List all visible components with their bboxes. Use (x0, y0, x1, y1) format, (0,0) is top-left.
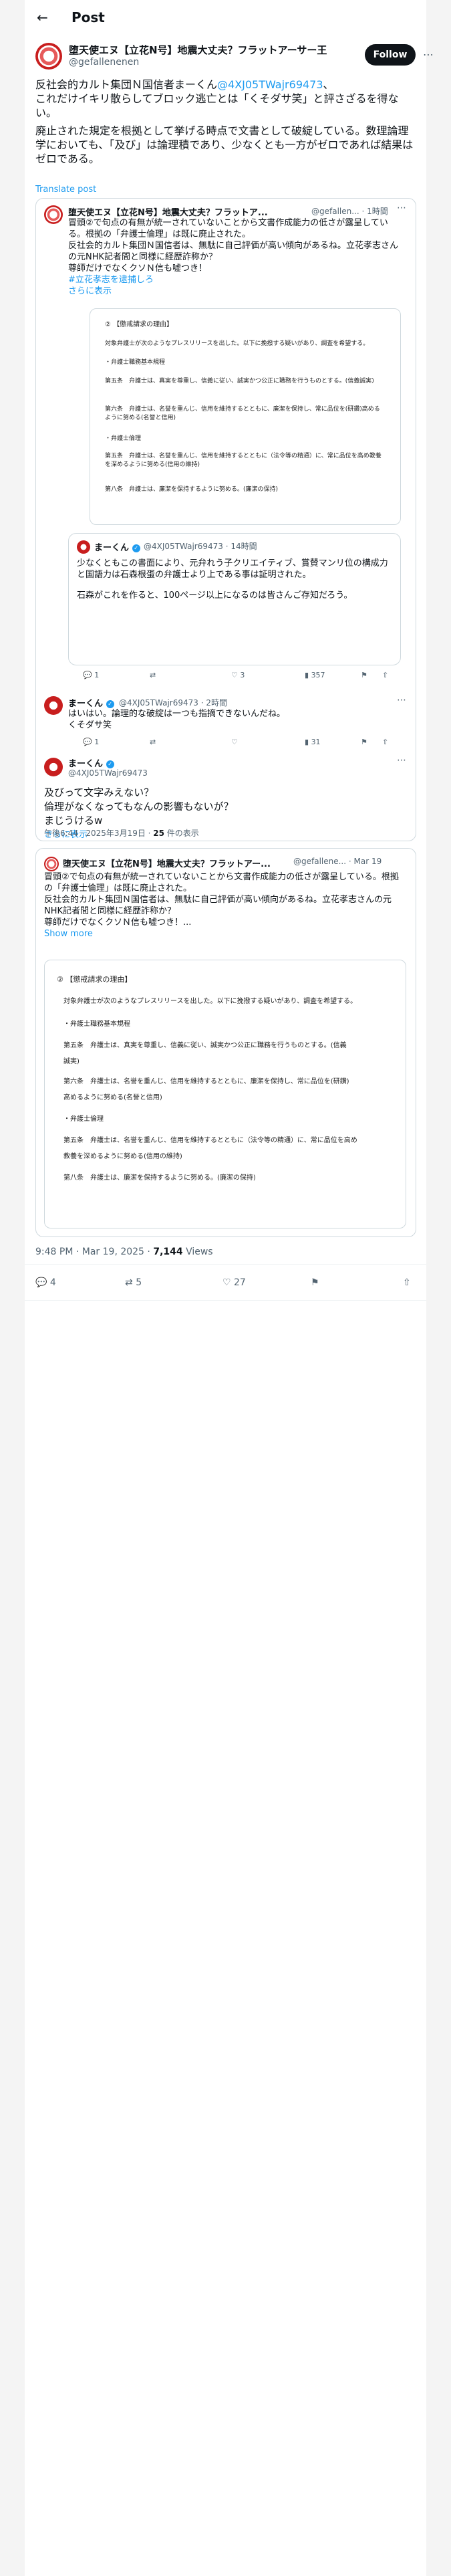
verified-badge-icon: ✓ (106, 760, 114, 768)
embedded-show-more: Show more (44, 929, 93, 939)
post-timestamp[interactable]: 9:48 PM · Mar 19, 2025 · 7,144 Views (35, 1247, 213, 1257)
embedded-document-image: ② 【懲戒請求の理由】 対象弁護士が次のようなプレスリリースを出した。以下に挽撥… (44, 960, 406, 1228)
embedded-reply-icon: 💬 1 (83, 671, 100, 679)
verified-badge-icon: ✓ (106, 700, 114, 708)
post-action-bar: 💬 4 ⇄ 5 ♡ 27 ⚑ ⇧ (25, 1269, 426, 1299)
divider (25, 1300, 426, 1301)
like-button[interactable]: ♡ 27 (222, 1277, 246, 1288)
translate-post-link[interactable]: Translate post (35, 185, 96, 195)
embedded-tweet-text: 冒頭②で句点の有無が統一されていないことから文書作成能力の低さが露呈している。根… (44, 871, 405, 940)
share-button[interactable]: ⇧ (403, 1277, 411, 1288)
reply-icon: 💬 (35, 1277, 47, 1288)
embedded-author-avatar (44, 205, 63, 224)
embedded-hashtag: #立花孝志を逮捕しろ (68, 275, 154, 285)
quote-author-handle: @4XJ05TWajr69473 · 14時間 (144, 542, 257, 551)
embedded-views-icon: ▮ 31 (305, 738, 321, 746)
embedded-more-icon: ⋯ (397, 203, 406, 213)
reply2-avatar (44, 758, 63, 776)
embedded-document-image: ② 【懲戒請求の理由】 対象弁護士が次のようなプレスリリースを出した。以下に挽撥… (90, 308, 401, 525)
left-gutter (0, 0, 25, 2576)
follow-button[interactable]: Follow (365, 44, 416, 66)
verified-badge-icon: ✓ (132, 544, 140, 552)
embedded-share-icon: ⇧ (382, 671, 389, 679)
post-line-2: これだけイキリ散らしてブロック逃亡とは「くそダサ笑」と評さざるを得ない。 (35, 92, 399, 119)
embedded-author-avatar (44, 857, 59, 871)
bookmark-button[interactable]: ⚑ (311, 1277, 319, 1288)
reply1-more-icon: ⋯ (397, 695, 406, 706)
post-detail-column: ← Post 堕天使エヌ【立花N号】地震大丈夫？フラットアーサー王 @gefal… (25, 0, 434, 2576)
post-text: 反社会的カルト集団Ｎ国信者まーくん@4XJ05TWajr69473、 これだけイ… (35, 78, 415, 166)
post-line-3: 廃止された規定を根拠として挙げる時点で文書として破綻している。数理論理学において… (35, 124, 414, 165)
post-header: ← Post (25, 0, 426, 35)
view-count: 7,144 (153, 1247, 183, 1257)
author-handle[interactable]: @gefallenenen (69, 57, 139, 68)
post-line-1: 反社会的カルト集団Ｎ国信者まーくん@4XJ05TWajr69473、 (35, 78, 334, 91)
author-name[interactable]: 堕天使エヌ【立花N号】地震大丈夫？フラットアーサー王 (69, 43, 327, 57)
quote-author-name: まーくん ✓ (94, 540, 140, 553)
page-title: Post (71, 9, 105, 25)
embedded-tweet-text: 冒頭②で句点の有無が統一されていないことから文書作成能力の低さが露呈している。根… (68, 217, 402, 297)
embedded-like-icon: ♡ (231, 738, 238, 746)
embedded-author-name: 堕天使エヌ【立花N号】地震大丈夫？フラットア... (68, 208, 268, 218)
embedded-retweet-icon: ⇄ (150, 738, 156, 746)
embedded-views-icon: ▮ 357 (305, 671, 325, 679)
share-icon: ⇧ (403, 1277, 411, 1288)
attached-screenshot-1[interactable]: 堕天使エヌ【立花N号】地震大丈夫？フラットア... @gefallen... ·… (35, 198, 416, 841)
author-avatar[interactable] (35, 43, 62, 70)
reply-button[interactable]: 💬 4 (35, 1277, 56, 1288)
embedded-timestamp: 午後6:44 · 2025年3月19日 · 25 件の表示 (44, 829, 199, 838)
retweet-icon: ⇄ (125, 1277, 133, 1288)
heart-icon: ♡ (222, 1277, 231, 1288)
reply2-author-name: まーくん ✓ (68, 756, 114, 769)
reply2-author-handle: @4XJ05TWajr69473 (68, 768, 148, 778)
embedded-show-more: さらに表示 (68, 286, 112, 296)
quote-text: 少なくともこの書面により、元弁れう子クリエイティブ、賞賛マンリ位の構成力と国語力… (77, 558, 388, 601)
embedded-bookmark-icon: ⚑ (361, 738, 367, 746)
attached-screenshot-2[interactable]: 堕天使エヌ【立花N号】地震大丈夫？フラットアー... @gefallene...… (35, 848, 416, 1237)
reply1-author-handle: @4XJ05TWajr69473 · 2時間 (119, 698, 227, 708)
bookmark-icon: ⚑ (311, 1277, 319, 1288)
reply1-text: はいはい。論理的な破綻は一つも指摘できないんだね。 くそダサ笑 (68, 709, 286, 730)
mention-link[interactable]: @4XJ05TWajr69473 (217, 78, 323, 91)
embedded-author-handle: @gefallen... · 1時間 (311, 207, 388, 216)
embedded-bookmark-icon: ⚑ (361, 671, 367, 679)
embedded-author-name: 堕天使エヌ【立花N号】地震大丈夫？フラットアー... (63, 859, 271, 869)
reply2-more-icon: ⋯ (397, 755, 406, 766)
embedded-author-handle: @gefallene... · Mar 19 (293, 857, 382, 866)
embedded-reply-icon: 💬 1 (83, 738, 100, 746)
reply1-author-name: まーくん ✓ (68, 696, 114, 709)
embedded-like-icon: ♡ 3 (231, 671, 245, 679)
embedded-retweet-icon: ⇄ (150, 671, 156, 679)
right-gutter (426, 0, 451, 2576)
divider (25, 1264, 426, 1265)
embedded-quote-tweet: まーくん ✓ @4XJ05TWajr69473 · 14時間 少なくともこの書面… (68, 533, 401, 665)
reply1-avatar (44, 696, 63, 715)
retweet-button[interactable]: ⇄ 5 (125, 1277, 142, 1288)
embedded-share-icon: ⇧ (382, 738, 389, 746)
back-arrow-icon[interactable]: ← (37, 9, 48, 25)
more-options-icon[interactable]: ⋯ (423, 48, 434, 61)
quote-avatar (77, 540, 90, 554)
